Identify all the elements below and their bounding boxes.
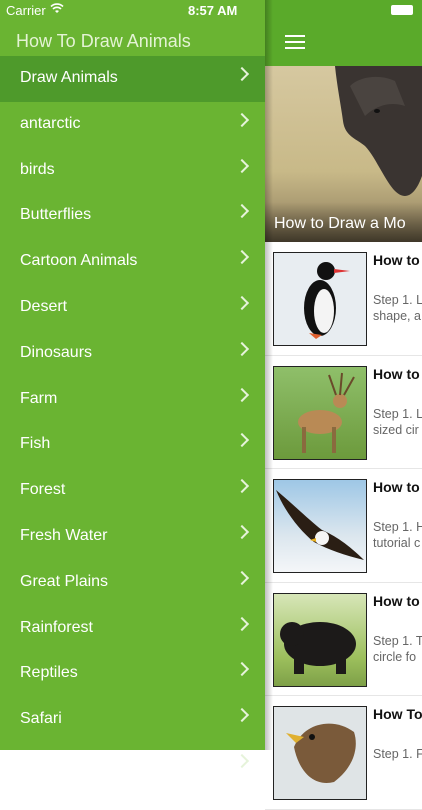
article-desc-line: Step 1. T [373,633,422,648]
wifi-icon [50,3,64,13]
menu-item-cartoon-animals[interactable]: Cartoon Animals [0,239,265,285]
battery-icon [391,5,413,15]
status-time: 8:57 AM [188,3,238,18]
article-row[interactable]: How to Step 1. T circle fo [265,583,422,697]
article-desc: Step 1. F [373,746,422,762]
menu-item-label: Fish [20,435,51,453]
status-bar: Carrier 8:57 AM [0,0,422,22]
menu-item-antarctic[interactable]: antarctic [0,102,265,148]
menu-item-fish[interactable]: Fish [0,422,265,468]
bear-thumbnail [273,592,367,687]
article-title: How to [373,252,420,268]
hero-caption: How to Draw a Mo [274,215,406,232]
menu-item-label: Desert [20,297,68,315]
article-title: How to [373,479,420,496]
menu-item-label: birds [20,160,55,178]
article-title: How to [373,365,420,382]
article-desc-line: shape, a [373,309,421,323]
menu-item-farm[interactable]: Farm [0,377,265,423]
menu-item-desert[interactable]: Desert [0,285,265,331]
menu-item-label: Forest [20,481,66,499]
article-row[interactable]: How to Step 1. L sized cir [265,356,422,470]
chevron-right-icon [234,250,250,265]
menu-item-butterflies[interactable]: Butterflies [0,193,265,239]
menu-item-label: Reptiles [20,664,78,682]
article-list: How to Step 1. L shape, a How to Step 1.… [265,242,422,810]
article-desc: Step 1. L shape, a [373,292,422,324]
chevron-right-icon [234,479,250,494]
article-row[interactable]: How To Step 1. F [265,696,422,810]
chevron-right-icon [234,524,250,540]
penguin-thumbnail [273,252,367,346]
chevron-right-icon [234,158,250,173]
menu-item-label: Salt Water [20,755,95,773]
chevron-right-icon [234,662,250,677]
article-desc: Step 1. H tutorial c [373,519,422,551]
side-drawer: How To Draw Animals Draw Animals antarct… [0,0,265,773]
article-desc-line: sized cir [373,422,419,437]
article-desc-line: Step 1. F [373,747,422,762]
article-desc: Step 1. L sized cir [373,406,422,438]
article-desc-line: Step 1. L [373,406,422,421]
chevron-right-icon [234,433,250,448]
menu-item-label: Safari [20,710,62,728]
article-row[interactable]: How to Step 1. H tutorial c [265,469,422,583]
menu-item-great-plains[interactable]: Great Plains [0,560,265,606]
menu-item-label: Butterflies [20,206,92,224]
menu-item-draw-animals[interactable]: Draw Animals [0,56,265,102]
menu-item-label: Rainforest [20,618,93,636]
hawk-thumbnail [273,706,367,801]
menu-item-label: Cartoon Animals [20,252,138,270]
deer-thumbnail [273,365,367,460]
menu-item-label: antarctic [20,114,81,132]
chevron-right-icon [234,341,250,356]
chevron-right-icon [234,570,250,585]
app-title: How To Draw Animals [16,31,191,51]
article-desc-line: Step 1. L [373,293,422,307]
main-content: How to Draw a Mo How to Step 1. L shape,… [265,0,422,810]
menu-item-label: Dinosaurs [20,343,93,361]
chevron-right-icon [234,616,250,631]
menu-item-fresh-water[interactable]: Fresh Water [0,514,265,560]
article-desc-line: Step 1. H [373,520,422,535]
hero-banner[interactable]: How to Draw a Mo [265,66,422,242]
article-title: How To [373,706,422,723]
chevron-right-icon [234,387,250,402]
menu-item-rainforest[interactable]: Rainforest [0,606,265,652]
eagle-thumbnail [273,479,367,574]
chevron-right-icon [234,112,250,127]
drawer-shadow [265,0,273,750]
carrier-label: Carrier [6,3,46,18]
category-menu: Draw Animals antarctic birds Butterflies… [0,56,265,789]
menu-item-reptiles[interactable]: Reptiles [0,651,265,697]
menu-item-label: Draw Animals [20,69,118,86]
menu-item-label: Great Plains [20,572,109,590]
menu-item-safari[interactable]: Safari [0,697,265,743]
article-desc: Step 1. T circle fo [373,633,422,665]
chevron-right-icon [234,66,250,82]
menu-item-forest[interactable]: Forest [0,468,265,514]
hamburger-menu-icon[interactable] [285,35,305,49]
article-desc-line: circle fo [373,649,417,664]
article-row[interactable]: How to Step 1. L shape, a [265,242,422,356]
chevron-right-icon [234,295,250,311]
menu-item-label: Farm [20,389,58,407]
article-title: How to [373,592,420,609]
menu-item-dinosaurs[interactable]: Dinosaurs [0,331,265,377]
chevron-right-icon [234,753,250,769]
chevron-right-icon [234,204,250,219]
article-desc-line: tutorial c [373,536,421,551]
hero-caption-overlay: How to Draw a Mo [265,202,422,242]
menu-item-birds[interactable]: birds [0,148,265,194]
menu-item-label: Fresh Water [20,526,108,544]
chevron-right-icon [234,708,250,723]
